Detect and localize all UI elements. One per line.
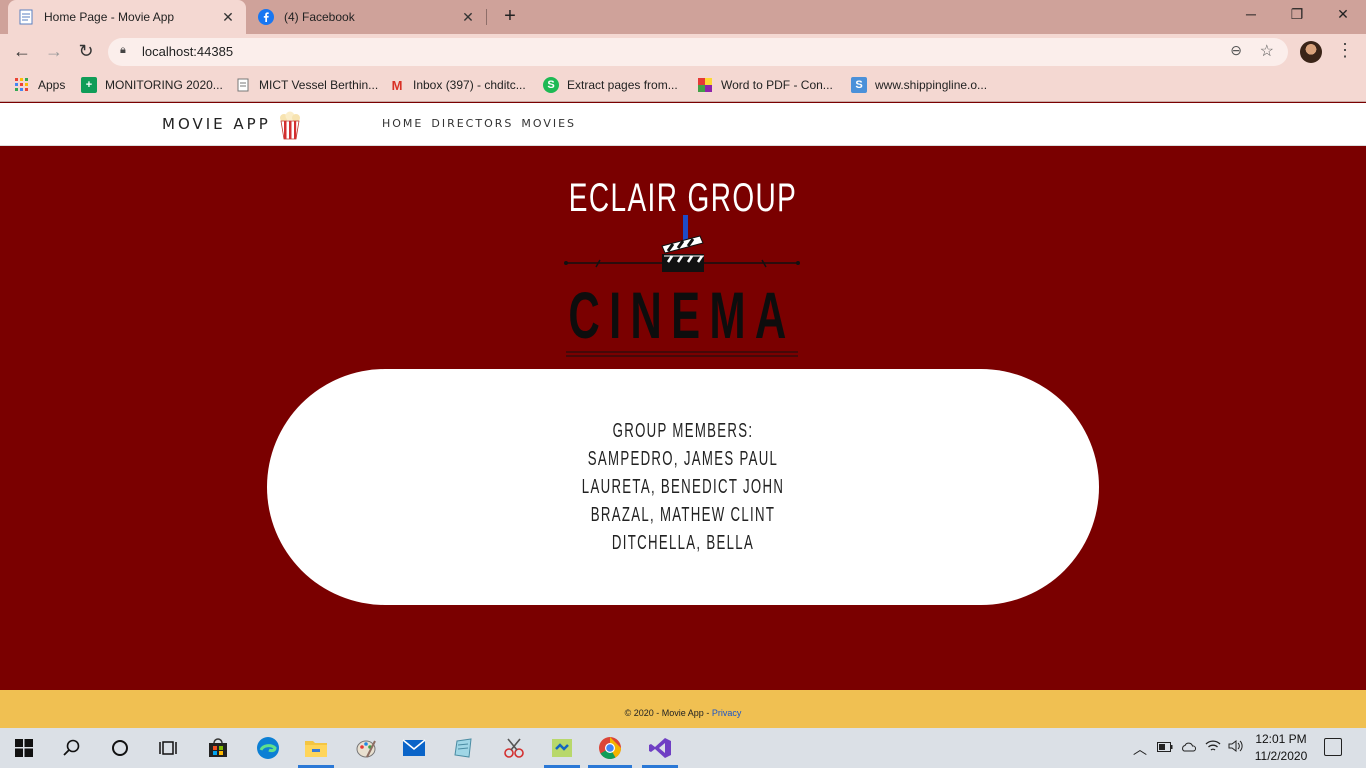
- windows-taskbar: ︿ 12:01 PM 11/2/2020: [0, 728, 1366, 768]
- member-name: DITCHELLA, BELLA: [611, 532, 755, 554]
- tab-separator: [486, 9, 487, 25]
- url-text[interactable]: localhost:44385: [142, 44, 233, 59]
- bookmark-monitoring[interactable]: + MONITORING 2020...: [81, 77, 223, 93]
- tab-close-icon[interactable]: ✕: [220, 9, 236, 26]
- snipping-tool-icon[interactable]: [500, 734, 528, 762]
- document-icon: [235, 77, 251, 93]
- file-explorer-icon[interactable]: [302, 734, 330, 762]
- cortana-icon[interactable]: [106, 734, 134, 762]
- nav-directors[interactable]: DIRECTORS: [431, 117, 513, 130]
- tab-close-icon[interactable]: ✕: [460, 9, 476, 26]
- address-bar[interactable]: 🔒︎ localhost:44385 ⊖ ☆: [108, 38, 1288, 66]
- wifi-icon[interactable]: [1205, 739, 1221, 756]
- member-name: LAURETA, BENEDICT JOHN: [581, 476, 785, 498]
- site-navbar: MOVIE APP HOME DIRECTORS MOVIES: [0, 103, 1366, 146]
- cinema-logo: CINEMA: [564, 235, 800, 357]
- paint-icon[interactable]: [352, 734, 380, 762]
- profile-avatar[interactable]: [1300, 41, 1322, 63]
- new-tab-button[interactable]: +: [498, 5, 522, 29]
- nav-home[interactable]: HOME: [382, 117, 423, 130]
- windows-start-icon[interactable]: [10, 734, 38, 762]
- nav-links: HOME DIRECTORS MOVIES: [382, 117, 576, 130]
- bookmark-star-icon[interactable]: ☆: [1260, 41, 1274, 61]
- reload-icon[interactable]: ↻: [74, 40, 98, 64]
- bookmark-inbox[interactable]: M Inbox (397) - chditc...: [389, 77, 526, 93]
- visual-studio-icon[interactable]: [646, 734, 674, 762]
- clock-time: 12:01 PM: [1255, 732, 1307, 746]
- site-footer: © 2020 - Movie App - Privacy: [0, 690, 1366, 728]
- tab-home-page[interactable]: Home Page - Movie App ✕: [8, 0, 246, 34]
- bookmark-shippingline[interactable]: S www.shippingline.o...: [851, 77, 987, 93]
- edge-icon[interactable]: [254, 734, 282, 762]
- document-icon: [18, 9, 34, 25]
- battery-icon[interactable]: [1157, 739, 1173, 755]
- tab-facebook[interactable]: (4) Facebook ✕: [248, 0, 486, 34]
- bookmarks-bar: Apps + MONITORING 2020... MICT Vessel Be…: [0, 70, 1366, 102]
- restore-button[interactable]: ❐: [1274, 0, 1320, 30]
- store-icon[interactable]: [204, 734, 232, 762]
- zoom-icon[interactable]: ⊖: [1230, 42, 1242, 59]
- s-icon: S: [851, 77, 867, 93]
- lock-icon: 🔒︎: [120, 44, 126, 56]
- group-members-card: GROUP MEMBERS: SAMPEDRO, JAMES PAUL LAUR…: [267, 369, 1099, 605]
- bookmark-word-to-pdf[interactable]: Word to PDF - Con...: [697, 77, 833, 93]
- facebook-icon: [258, 9, 274, 25]
- privacy-link[interactable]: Privacy: [712, 708, 742, 718]
- browser-toolbar: ← → ↻ 🔒︎ localhost:44385 ⊖ ☆ ⋮: [0, 34, 1366, 70]
- colorful-grid-icon: [697, 77, 713, 93]
- search-icon[interactable]: [58, 734, 86, 762]
- popcorn-icon: [280, 111, 300, 140]
- browser-titlebar: Home Page - Movie App ✕ (4) Facebook ✕ +…: [0, 0, 1366, 34]
- onedrive-icon[interactable]: [1181, 739, 1197, 755]
- bookmark-apps[interactable]: Apps: [14, 77, 65, 93]
- mail-icon[interactable]: [400, 734, 428, 762]
- tray-chevron-icon[interactable]: ︿: [1133, 739, 1147, 759]
- tab-title: (4) Facebook: [284, 10, 355, 24]
- clock-date: 11/2/2020: [1254, 749, 1308, 763]
- member-name: SAMPEDRO, JAMES PAUL: [587, 448, 779, 470]
- smallpdf-icon: S: [543, 77, 559, 93]
- members-list: GROUP MEMBERS: SAMPEDRO, JAMES PAUL LAUR…: [267, 417, 1099, 557]
- system-clock[interactable]: 12:01 PM 11/2/2020: [1250, 731, 1312, 765]
- notepad-icon[interactable]: [450, 734, 478, 762]
- tab-title: Home Page - Movie App: [44, 10, 175, 24]
- cinema-logo-text: CINEMA: [568, 278, 795, 352]
- more-menu-icon[interactable]: ⋮: [1336, 40, 1354, 61]
- clapperboard-icon: [661, 235, 704, 272]
- forward-arrow-icon[interactable]: →: [42, 40, 66, 64]
- bookmark-extract-pages[interactable]: S Extract pages from...: [543, 77, 678, 93]
- remote-desktop-icon[interactable]: [548, 734, 576, 762]
- minimize-button[interactable]: ─: [1228, 0, 1274, 30]
- close-window-button[interactable]: ✕: [1320, 0, 1366, 30]
- sheets-icon: +: [81, 77, 97, 93]
- task-view-icon[interactable]: [154, 734, 182, 762]
- footer-text: © 2020 - Movie App - Privacy: [624, 708, 742, 718]
- nav-movies[interactable]: MOVIES: [521, 117, 576, 130]
- member-name: BRAZAL, MATHEW CLINT: [590, 504, 776, 526]
- bookmark-mict-vessel[interactable]: MICT Vessel Berthin...: [235, 77, 378, 93]
- chrome-icon[interactable]: [596, 734, 624, 762]
- apps-grid-icon: [14, 77, 30, 93]
- members-heading: GROUP MEMBERS:: [612, 420, 754, 442]
- volume-icon[interactable]: [1228, 739, 1244, 756]
- gmail-icon: M: [391, 77, 403, 93]
- site-brand[interactable]: MOVIE APP: [162, 115, 271, 133]
- notification-center-icon[interactable]: [1324, 738, 1342, 756]
- back-arrow-icon[interactable]: ←: [10, 40, 34, 64]
